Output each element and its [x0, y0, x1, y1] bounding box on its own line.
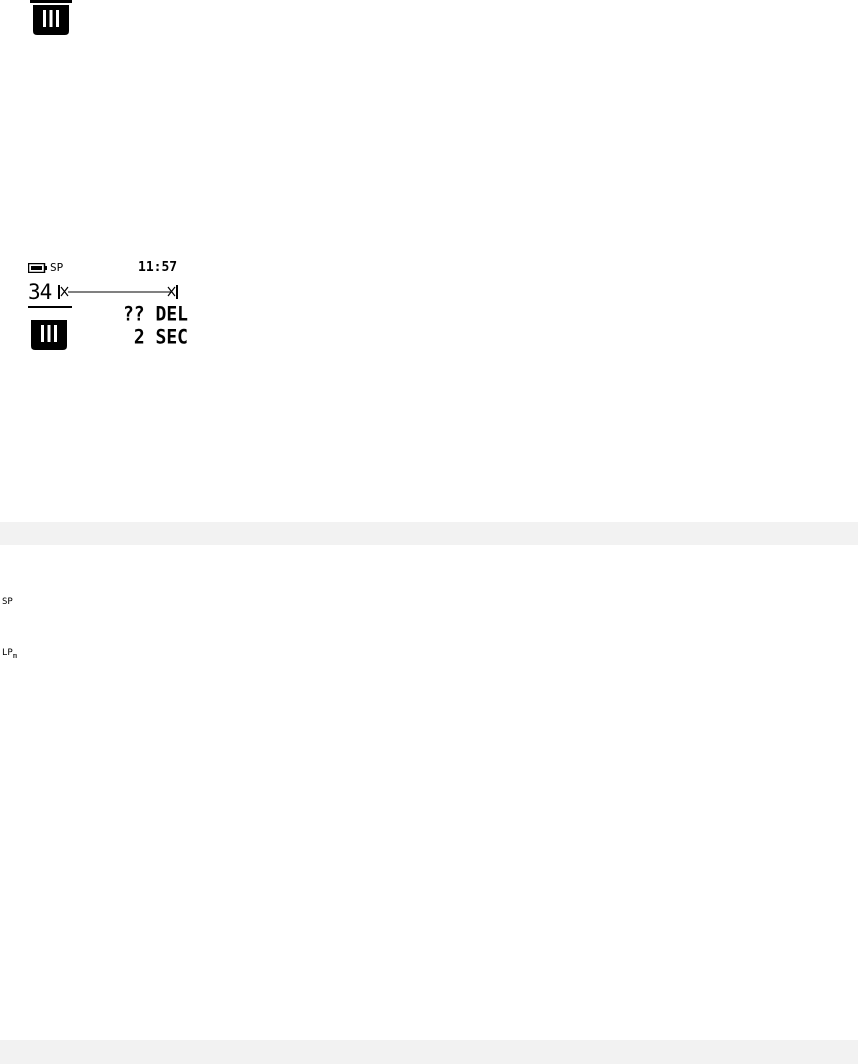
- trash-can-icon: [30, 0, 72, 36]
- mode-sp-label: SP: [2, 597, 13, 607]
- segment-bar: [57, 283, 183, 301]
- lcd-display: SP 11:57 34 ?? DEL 2 SEC: [28, 260, 190, 352]
- battery-full-icon: [28, 263, 48, 273]
- mode-lp-subscript: m: [12, 652, 18, 660]
- bottom-band: [0, 1040, 858, 1064]
- mode-lp-text: LP: [2, 648, 13, 658]
- delete-prompt-line2: 2 SEC: [133, 325, 188, 349]
- delete-prompt-line1: ?? DEL: [122, 302, 188, 326]
- clock-time: 11:57: [138, 260, 178, 275]
- track-number: 34: [28, 280, 52, 304]
- trash-can-icon: [28, 316, 70, 351]
- track-number-underline: [28, 306, 72, 308]
- mode-lp-label: LPm: [2, 640, 17, 660]
- mode-indicator: SP: [50, 261, 64, 274]
- separator-band: [0, 522, 858, 545]
